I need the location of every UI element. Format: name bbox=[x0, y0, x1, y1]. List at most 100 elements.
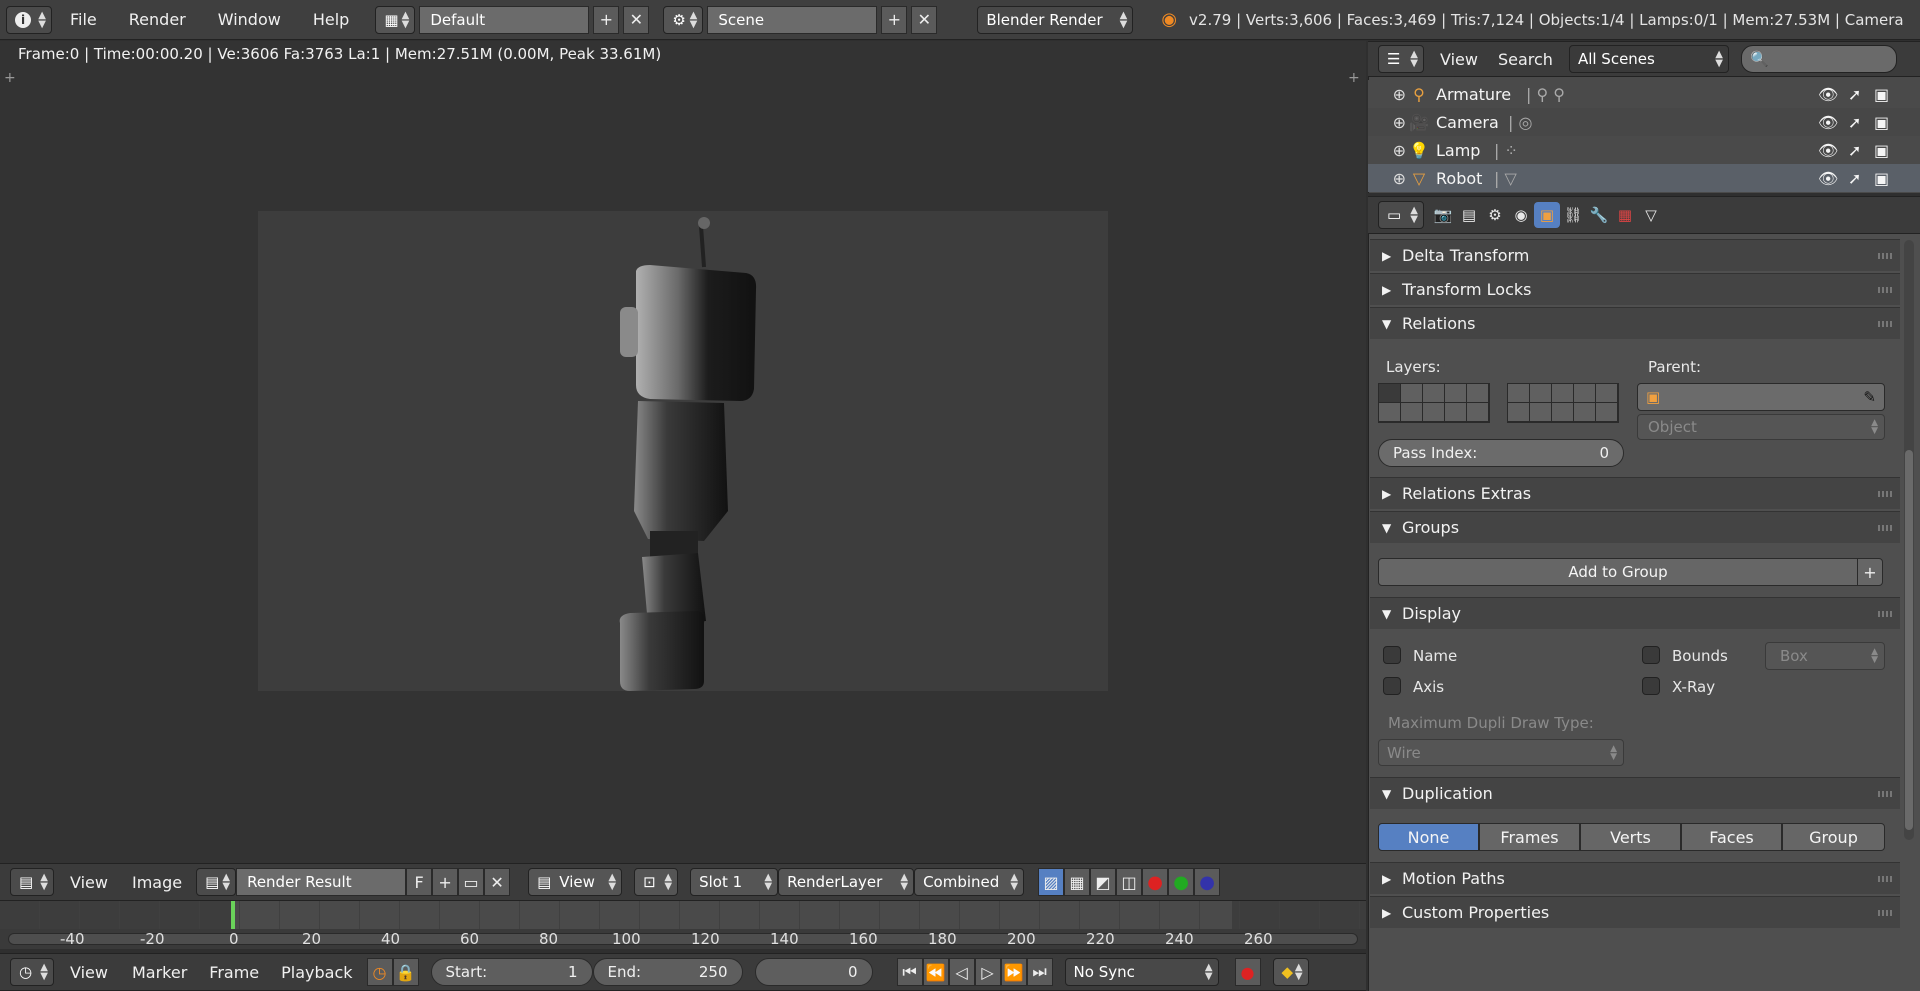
end-frame-field[interactable]: End: 250 bbox=[592, 958, 743, 986]
menu-render[interactable]: Render bbox=[115, 10, 200, 29]
visibility-eye-icon[interactable]: 👁 bbox=[1818, 85, 1838, 104]
outliner-menu-view[interactable]: View bbox=[1430, 50, 1488, 69]
panel-groups[interactable]: ▼ Groups bbox=[1370, 511, 1900, 543]
drag-grip-icon[interactable] bbox=[1878, 611, 1894, 617]
expand-icon[interactable]: ⊕ bbox=[1368, 169, 1406, 188]
timeline-menu-marker[interactable]: Marker bbox=[124, 963, 195, 982]
selectable-cursor-icon[interactable]: ➚ bbox=[1848, 113, 1861, 132]
sync-mode-selector[interactable]: No Sync ▲ ▼ bbox=[1064, 958, 1219, 986]
selectable-cursor-icon[interactable]: ➚ bbox=[1848, 141, 1861, 160]
outliner-row-lamp[interactable]: ⊕ 💡 Lamp | ⁘ 👁 ➚ ▣ bbox=[1368, 136, 1920, 164]
visibility-eye-icon[interactable]: 👁 bbox=[1818, 141, 1838, 160]
remove-layout-button[interactable]: ✕ bbox=[623, 5, 650, 34]
object-layers-grid-1[interactable] bbox=[1378, 383, 1490, 423]
layout-name-field[interactable]: Default bbox=[419, 5, 590, 34]
playhead[interactable] bbox=[231, 901, 235, 929]
expand-icon[interactable]: ⊕ bbox=[1368, 141, 1406, 160]
view-mode-selector[interactable]: ▤ View ▲ ▼ bbox=[528, 868, 623, 896]
tab-object[interactable]: ▣ bbox=[1534, 202, 1560, 228]
menu-file[interactable]: File bbox=[56, 10, 111, 29]
image-browse-button[interactable]: ▤ ▲ ▼ bbox=[196, 868, 237, 896]
draw-rgba-button[interactable]: ▨ bbox=[1038, 868, 1065, 896]
properties-scrollbar[interactable] bbox=[1904, 240, 1914, 840]
menu-window[interactable]: Window bbox=[204, 10, 295, 29]
scene-name-field[interactable]: Scene bbox=[707, 5, 878, 34]
tab-modifiers[interactable]: 🔧 bbox=[1586, 202, 1612, 228]
drag-grip-icon[interactable] bbox=[1878, 525, 1894, 531]
drag-grip-icon[interactable] bbox=[1878, 287, 1894, 293]
render-layer-selector[interactable]: RenderLayer ▲ ▼ bbox=[778, 868, 915, 896]
editor-type-outliner-button[interactable]: ☰ ▲ ▼ bbox=[1378, 45, 1424, 73]
scene-selector[interactable]: ⚙ ▲ ▼ bbox=[663, 5, 704, 34]
panel-duplication[interactable]: ▼ Duplication bbox=[1370, 777, 1900, 809]
editor-type-info-button[interactable]: i ▲ ▼ bbox=[6, 5, 52, 34]
play-reverse-button[interactable]: ◁ bbox=[948, 958, 975, 986]
tab-render-layers[interactable]: ▤ bbox=[1456, 202, 1482, 228]
expand-icon[interactable]: ⊕ bbox=[1368, 113, 1406, 132]
panel-relations[interactable]: ▼ Relations bbox=[1370, 307, 1900, 339]
drag-grip-icon[interactable] bbox=[1878, 876, 1894, 882]
tab-render[interactable]: 📷 bbox=[1430, 202, 1456, 228]
editor-type-properties-button[interactable]: ▭ ▲ ▼ bbox=[1378, 201, 1424, 229]
jump-keyframe-back-button[interactable]: ⏪ bbox=[922, 958, 949, 986]
render-pass-selector[interactable]: Combined ▲ ▼ bbox=[914, 868, 1025, 896]
auto-keying-button[interactable]: ● bbox=[1234, 958, 1261, 986]
jump-keyframe-forward-button[interactable]: ⏩ bbox=[1000, 958, 1027, 986]
start-frame-field[interactable]: Start: 1 bbox=[430, 958, 593, 986]
timeline-scrollbar[interactable] bbox=[8, 933, 1358, 945]
selectable-cursor-icon[interactable]: ➚ bbox=[1848, 85, 1861, 104]
lock-range-button[interactable]: 🔒 bbox=[392, 958, 419, 986]
editor-type-timeline-button[interactable]: ◷ ▲ ▼ bbox=[10, 958, 54, 986]
menu-help[interactable]: Help bbox=[299, 10, 363, 29]
tab-scene[interactable]: ⚙ bbox=[1482, 202, 1508, 228]
remove-scene-button[interactable]: ✕ bbox=[911, 5, 938, 34]
draw-channels-button[interactable]: ◫ bbox=[1116, 868, 1143, 896]
preview-range-button[interactable]: ◷ bbox=[366, 958, 393, 986]
panel-display[interactable]: ▼ Display bbox=[1370, 597, 1900, 629]
selectable-cursor-icon[interactable]: ➚ bbox=[1848, 169, 1861, 188]
timeline-menu-view[interactable]: View bbox=[60, 963, 118, 982]
dupli-verts-button[interactable]: Verts bbox=[1580, 823, 1681, 851]
menu-image[interactable]: Image bbox=[124, 873, 190, 892]
area-corner-plus-icon[interactable]: + bbox=[4, 70, 16, 86]
panel-motion-paths[interactable]: ▶ Motion Paths bbox=[1370, 862, 1900, 894]
fake-user-button[interactable]: F bbox=[406, 868, 433, 896]
draw-zbuffer-button[interactable]: ◩ bbox=[1090, 868, 1117, 896]
red-channel-button[interactable]: ● bbox=[1142, 868, 1169, 896]
outliner-row-camera[interactable]: ⊕ 🎥 Camera | ◎ 👁 ➚ ▣ bbox=[1368, 108, 1920, 136]
pass-index-field[interactable]: Pass Index: 0 bbox=[1378, 439, 1624, 467]
green-channel-button[interactable]: ● bbox=[1168, 868, 1195, 896]
drag-grip-icon[interactable] bbox=[1878, 253, 1894, 259]
outliner-row-robot[interactable]: ⊕ ▽ Robot | ▽ 👁 ➚ ▣ bbox=[1368, 164, 1920, 192]
display-name-checkbox[interactable] bbox=[1383, 646, 1401, 664]
dupli-group-button[interactable]: Group bbox=[1782, 823, 1885, 851]
eyedropper-icon[interactable]: ✎ bbox=[1863, 388, 1876, 406]
expand-icon[interactable]: ⊕ bbox=[1368, 85, 1406, 104]
display-bounds-checkbox[interactable] bbox=[1642, 646, 1660, 664]
render-camera-icon[interactable]: ▣ bbox=[1874, 141, 1889, 160]
new-group-button[interactable]: + bbox=[1857, 558, 1883, 586]
max-dupli-selector[interactable]: Wire ▲ ▼ bbox=[1378, 739, 1624, 766]
render-camera-icon[interactable]: ▣ bbox=[1874, 169, 1889, 188]
panel-delta-transform[interactable]: ▶ Delta Transform bbox=[1370, 239, 1900, 271]
parent-field[interactable]: ▣ ✎ bbox=[1637, 383, 1885, 411]
image-name-field[interactable]: Render Result bbox=[236, 868, 407, 896]
outliner-search-input[interactable]: 🔍 bbox=[1740, 45, 1897, 73]
tab-constraints[interactable]: ⛓ bbox=[1560, 202, 1586, 228]
drag-grip-icon[interactable] bbox=[1878, 491, 1894, 497]
add-layout-button[interactable]: + bbox=[593, 5, 620, 34]
tab-world[interactable]: ◉ bbox=[1508, 202, 1534, 228]
render-camera-icon[interactable]: ▣ bbox=[1874, 113, 1889, 132]
new-image-button[interactable]: + bbox=[432, 868, 459, 896]
drag-grip-icon[interactable] bbox=[1878, 321, 1894, 327]
draw-alpha-button[interactable]: ▦ bbox=[1064, 868, 1091, 896]
pivot-selector[interactable]: ⊡ ▲ ▼ bbox=[634, 868, 679, 896]
object-layers-grid-2[interactable] bbox=[1507, 383, 1619, 423]
open-image-button[interactable]: ▭ bbox=[458, 868, 485, 896]
visibility-eye-icon[interactable]: 👁 bbox=[1818, 113, 1838, 132]
menu-view[interactable]: View bbox=[60, 873, 118, 892]
add-scene-button[interactable]: + bbox=[881, 5, 908, 34]
visibility-eye-icon[interactable]: 👁 bbox=[1818, 169, 1838, 188]
drag-grip-icon[interactable] bbox=[1878, 791, 1894, 797]
dupli-frames-button[interactable]: Frames bbox=[1479, 823, 1580, 851]
